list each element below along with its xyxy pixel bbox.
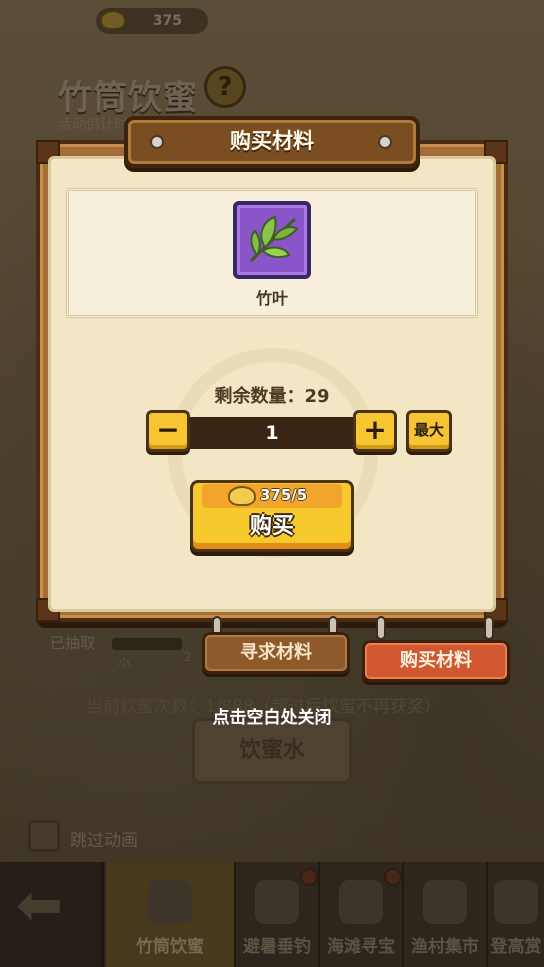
peg-icon xyxy=(376,616,386,640)
buy-button-label: 购买 xyxy=(249,514,294,539)
item-slot[interactable] xyxy=(233,201,311,279)
peg-icon xyxy=(484,616,494,640)
tab-buy-materials[interactable]: 购买材料 xyxy=(362,640,510,682)
item-name: 竹叶 xyxy=(255,289,288,308)
buy-cost: 375/5 xyxy=(260,486,308,504)
dialog-title: 购买材料 xyxy=(230,129,314,153)
decrease-button[interactable]: − xyxy=(146,410,190,452)
gold-ingot-icon xyxy=(228,486,256,506)
tab-seek-materials[interactable]: 寻求材料 xyxy=(202,632,350,674)
max-button[interactable]: 最大 xyxy=(406,410,452,452)
remaining-quantity: 剩余数量：29 xyxy=(214,386,330,407)
close-hint: 点击空白处关闭 xyxy=(212,708,332,728)
bamboo-leaf-icon xyxy=(249,215,299,263)
increase-button[interactable]: + xyxy=(353,410,397,452)
quantity-value[interactable]: 1 xyxy=(168,417,376,449)
